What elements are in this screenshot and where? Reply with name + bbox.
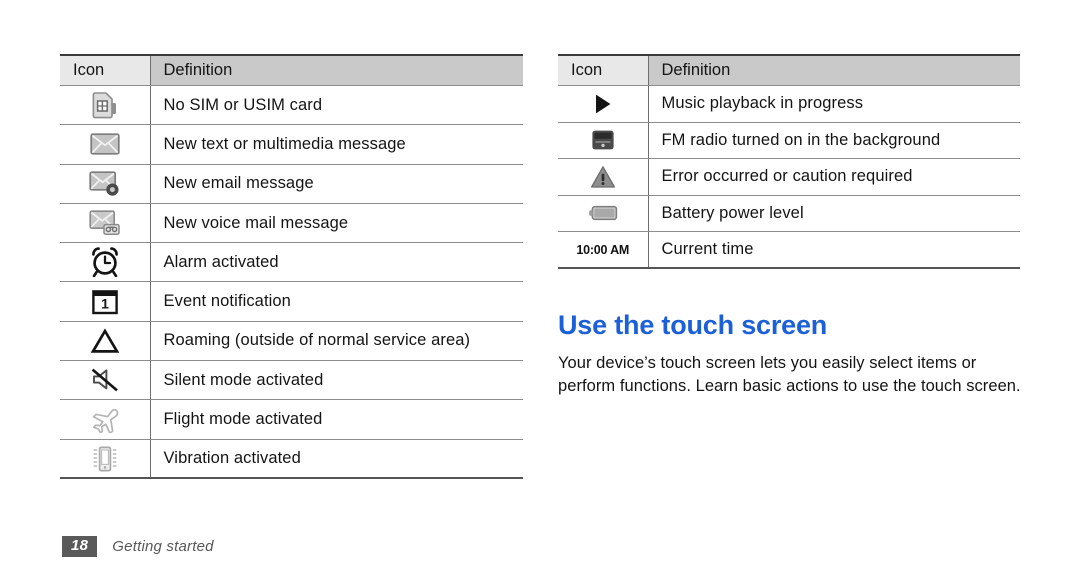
email-message-icon [60, 171, 150, 197]
voice-mail-icon [60, 210, 150, 236]
icon-cell [60, 203, 151, 244]
definition-cell: No SIM or USIM card [150, 85, 523, 126]
table-row: Battery power level [558, 195, 1020, 232]
icon-cell [60, 242, 151, 283]
column-header-icon: Icon [60, 54, 151, 86]
status-icon-table-right: Icon Definition Music playback in progre… [558, 54, 1020, 269]
definition-cell: Battery power level [648, 195, 1020, 232]
definition-cell: Roaming (outside of normal service area) [150, 321, 523, 362]
play-icon [558, 93, 648, 115]
envelope-icon [60, 133, 150, 156]
icon-cell [558, 195, 649, 232]
definition-cell: Music playback in progress [648, 85, 1020, 123]
icon-cell [60, 164, 151, 204]
sim-card-icon [60, 91, 150, 119]
battery-icon [558, 204, 648, 222]
table-header-row: Icon Definition [558, 54, 1020, 86]
table-row: FM radio turned on in the background [558, 122, 1020, 159]
icon-cell [558, 122, 649, 159]
alarm-clock-icon [60, 247, 150, 278]
icon-cell: 10:00 AM [558, 231, 649, 269]
column-header-definition: Definition [150, 54, 523, 86]
table-row: Roaming (outside of normal service area) [60, 321, 523, 362]
icon-cell: 1 [60, 281, 151, 322]
svg-text:1: 1 [101, 295, 109, 311]
current-time-value: 10:00 AM [576, 242, 630, 257]
definition-cell: Silent mode activated [150, 360, 523, 401]
fm-radio-icon [558, 129, 648, 151]
definition-cell: Alarm activated [150, 242, 523, 283]
status-icon-table-left: Icon Definition No SIM or USIM card New … [60, 54, 523, 480]
flight-mode-icon [60, 407, 150, 433]
touch-screen-section: Use the touch screen Your device’s touch… [558, 310, 1028, 397]
definition-cell: Current time [648, 231, 1020, 269]
section-body: Your device’s touch screen lets you easi… [558, 354, 1021, 395]
table-row: No SIM or USIM card [60, 85, 523, 126]
column-header-definition: Definition [648, 54, 1020, 86]
warning-icon [558, 165, 648, 189]
icon-cell [60, 399, 151, 440]
table-row: 1 Event notification [60, 281, 523, 322]
silent-mode-icon [60, 367, 150, 393]
vibration-icon [60, 445, 150, 473]
manual-page: Icon Definition No SIM or USIM card New … [0, 0, 1080, 586]
definition-cell: Event notification [150, 281, 523, 322]
table-row: Music playback in progress [558, 85, 1020, 123]
table-header-row: Icon Definition [60, 54, 523, 86]
icon-cell [558, 85, 649, 123]
table-row: New email message [60, 164, 523, 204]
table-row: Error occurred or caution required [558, 158, 1020, 196]
table-row: New voice mail message [60, 203, 523, 244]
column-header-icon: Icon [558, 54, 649, 86]
definition-cell: FM radio turned on in the background [648, 122, 1020, 159]
definition-cell: Error occurred or caution required [648, 158, 1020, 196]
icon-cell [60, 85, 151, 126]
roaming-triangle-icon [60, 328, 150, 354]
table-row: 10:00 AM Current time [558, 231, 1020, 269]
calendar-event-icon: 1 [60, 289, 150, 315]
page-footer: 18 Getting started [62, 536, 214, 557]
icon-cell [60, 321, 151, 362]
table-row: Alarm activated [60, 242, 523, 283]
icon-cell [60, 439, 151, 480]
icon-cell [60, 360, 151, 401]
section-heading: Use the touch screen [558, 310, 828, 340]
breadcrumb: Getting started [112, 538, 214, 555]
icon-cell [558, 158, 649, 196]
definition-cell: Flight mode activated [150, 399, 523, 440]
page-number: 18 [62, 536, 98, 557]
definition-cell: New voice mail message [150, 203, 523, 244]
icon-cell [60, 124, 151, 165]
table-row: New text or multimedia message [60, 124, 523, 165]
definition-cell: New email message [150, 164, 523, 204]
definition-cell: New text or multimedia message [150, 124, 523, 165]
table-row: Vibration activated [60, 439, 523, 480]
table-row: Flight mode activated [60, 399, 523, 440]
definition-cell: Vibration activated [150, 439, 523, 480]
current-time-text: 10:00 AM [558, 243, 648, 257]
table-row: Silent mode activated [60, 360, 523, 401]
